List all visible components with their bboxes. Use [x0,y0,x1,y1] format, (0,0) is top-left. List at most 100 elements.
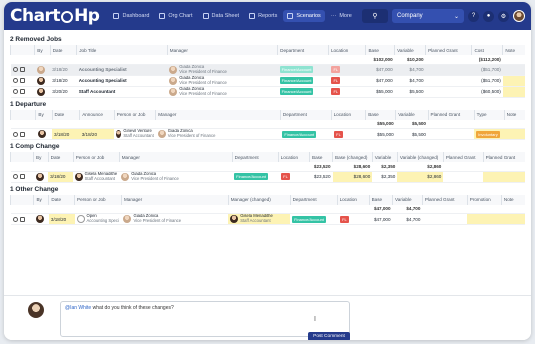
col-type[interactable]: Type [473,109,505,120]
col-location[interactable]: Location [327,45,366,55]
avatar [37,130,46,138]
logo-text-right: Hp [74,6,100,26]
undo-icon[interactable] [12,216,18,222]
app-window: Chart Hp Dashboard Org Chart Data Sheet … [4,2,531,340]
col-planned-grant-2[interactable]: Planned Grant [482,152,525,162]
other-header-row: By Date Person or Job Manager Manager (c… [9,194,525,205]
col-variable[interactable]: Variable [392,194,423,205]
post-comment-button[interactable]: Post Comment [308,332,350,340]
undo-icon[interactable] [12,67,18,72]
nav-reports[interactable]: Reports [245,10,281,22]
menu-icon[interactable] [19,216,25,222]
col-base-changed[interactable]: Base (changed) [332,152,373,162]
col-department[interactable]: Department [279,109,332,120]
avatar [169,65,178,74]
col-department[interactable]: Department [289,194,338,205]
table-row[interactable]: 3/18/20 Accounting Specialist Giada Zoni… [10,75,525,87]
other-change-table: By Date Person or Job Manager Manager (c… [9,194,525,225]
col-note[interactable]: Note [502,45,525,55]
col-announce[interactable]: Announce [79,109,115,120]
col-manager-changed[interactable]: Manager (changed) [227,194,291,205]
nav-more[interactable]: ··· More [327,10,356,22]
col-variable[interactable]: Variable [371,152,398,162]
other-change-title: 1 Other Change [10,185,59,193]
removed-jobs-table: By Date Job Title Manager Department Loc… [9,45,525,98]
table-row[interactable]: 3/18/20 Open Accounting Speci Giada Zonic… [10,213,525,225]
nav-data-sheet[interactable]: Data Sheet [199,10,244,22]
col-person-or-job[interactable]: Person or Job [72,152,120,162]
notifications-icon[interactable]: ● [483,10,494,22]
col-planned-grant[interactable]: Planned Grant [427,109,475,120]
reports-icon [249,13,256,19]
col-by[interactable]: By [34,45,51,55]
col-base[interactable]: Base [365,45,395,55]
menu-icon[interactable] [19,131,25,137]
nav-dashboard[interactable]: Dashboard [109,10,153,22]
col-manager[interactable]: Manager [166,45,278,55]
col-base[interactable]: Base [309,152,333,162]
col-date[interactable]: Date [47,152,74,162]
col-base[interactable]: Base [368,194,393,205]
menu-icon[interactable] [19,89,25,94]
col-location[interactable]: Location [330,109,366,120]
table-row[interactable]: 3/18/20 3/18/20 Ginevil Venture Staff Acc… [10,128,525,140]
company-select[interactable]: Company ⌄ [392,9,464,23]
col-manager[interactable]: Manager [120,194,229,205]
main-nav: Dashboard Org Chart Data Sheet Reports S… [109,10,355,22]
col-variable[interactable]: Variable [395,109,428,120]
user-avatar[interactable] [513,10,525,22]
col-note[interactable]: Note [500,194,525,205]
col-by[interactable]: By [33,152,49,162]
nav-org-chart[interactable]: Org Chart [155,10,196,22]
col-by[interactable]: By [35,109,53,120]
avatar [35,172,44,181]
col-date[interactable]: Date [48,194,75,205]
col-planned-grant[interactable]: Planned Grant [421,194,468,205]
scenarios-icon [287,13,294,19]
avatar [230,215,239,223]
col-location[interactable]: Location [336,194,370,205]
undo-icon[interactable] [12,78,18,83]
top-right-controls: ⚲ Company ⌄ ? ● ⚙ [362,9,525,23]
col-variable-changed[interactable]: Variable (changed) [396,152,444,162]
col-variable[interactable]: Variable [394,45,426,55]
col-manager[interactable]: Manager [155,109,281,120]
col-base[interactable]: Base [365,109,396,120]
menu-icon[interactable] [19,174,25,179]
col-by[interactable]: By [33,194,49,205]
col-planned-grant[interactable]: Planned Grant [442,152,484,162]
col-department[interactable]: Department [231,152,279,162]
col-planned-grant[interactable]: Planned Grant [425,45,472,55]
table-row[interactable]: 3/20/20 Staff Accountant Giada Zonica Vic… [10,86,525,98]
table-row[interactable]: 3/18/20 Gisela Menadithe Staff Accountant… [10,171,525,183]
col-person-or-job[interactable]: Person or Job [74,194,122,205]
help-icon[interactable]: ? [468,10,479,22]
avatar [169,87,178,96]
departure-table: By Date Announce Person or Job Manager D… [9,109,525,140]
chartHop-logo[interactable]: Chart Hp [10,6,100,26]
col-date[interactable]: Date [49,45,77,55]
col-department[interactable]: Department [277,45,329,55]
undo-icon[interactable] [12,131,18,137]
col-cost[interactable]: Cost [471,45,503,55]
col-job-title[interactable]: Job Title [76,45,168,55]
col-note[interactable]: Note [503,109,525,120]
removed-header-row: By Date Job Title Manager Department Loc… [9,45,525,55]
settings-gear-icon[interactable]: ⚙ [498,10,509,22]
col-promotion[interactable]: Promotion [466,194,502,205]
table-row[interactable]: 3/18/20 Accounting Specialist Giada Zoni… [10,64,525,76]
undo-icon[interactable] [12,89,18,94]
col-person-or-job[interactable]: Person or Job [113,109,156,120]
search-button[interactable]: ⚲ [362,9,388,23]
nav-scenarios[interactable]: Scenarios [283,10,325,22]
avatar [36,76,45,85]
col-location[interactable]: Location [277,152,310,162]
col-date[interactable]: Date [51,109,80,120]
col-manager[interactable]: Manager [118,152,233,162]
comment-area: @Ian White what do you think of these ch… [4,295,531,340]
org-chart-icon [159,13,166,19]
comment-input[interactable]: @Ian White what do you think of these ch… [60,301,350,337]
undo-icon[interactable] [12,174,18,179]
menu-icon[interactable] [19,67,25,72]
menu-icon[interactable] [19,78,25,83]
